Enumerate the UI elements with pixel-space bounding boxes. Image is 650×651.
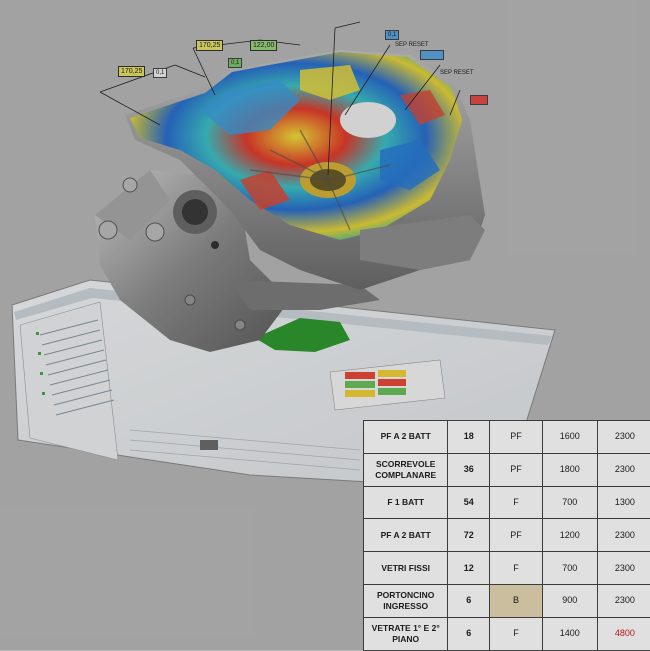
data-table: PF A 2 BATT18PF16002300SCORREVOLE COMPLA…	[363, 420, 650, 651]
table-row: PF A 2 BATT72PF12002300	[364, 519, 650, 552]
tolerance-box-5	[470, 95, 488, 105]
cell-w: 700	[542, 486, 597, 519]
cell-h: 2300	[597, 453, 650, 486]
table-row: F 1 BATT54F7001300	[364, 486, 650, 519]
cell-w: 900	[542, 584, 597, 617]
cell-qty: 54	[448, 486, 490, 519]
table-row: VETRATE 1° E 2° PIANO6F14004800	[364, 617, 650, 650]
cell-w: 700	[542, 552, 597, 585]
cell-code: PF	[490, 421, 542, 454]
dimension-label-2: 170,25	[196, 40, 223, 51]
sep-reset-note-2: SEP RESET	[440, 70, 474, 76]
cell-h: 2300	[597, 584, 650, 617]
tolerance-box-3: 0,1	[385, 30, 399, 40]
table-row: PORTONCINO INGRESSO6B9002300	[364, 584, 650, 617]
cell-h: 1300	[597, 486, 650, 519]
cell-qty: 6	[448, 617, 490, 650]
cell-h: 2300	[597, 519, 650, 552]
cell-w: 1400	[542, 617, 597, 650]
cell-type: PF A 2 BATT	[364, 421, 448, 454]
cell-w: 1600	[542, 421, 597, 454]
cell-h: 2300	[597, 552, 650, 585]
cell-type: SCORREVOLE COMPLANARE	[364, 453, 448, 486]
cell-type: VETRI FISSI	[364, 552, 448, 585]
cell-w: 1800	[542, 453, 597, 486]
table-row: VETRI FISSI12F7002300	[364, 552, 650, 585]
cell-type: PORTONCINO INGRESSO	[364, 584, 448, 617]
cell-code: F	[490, 486, 542, 519]
cell-type: VETRATE 1° E 2° PIANO	[364, 617, 448, 650]
tolerance-box-1: 0,1	[153, 68, 167, 78]
dimension-label-3: 122,00	[250, 40, 277, 51]
tolerance-box-4	[420, 50, 444, 60]
dimension-label-1: 170,25	[118, 66, 145, 77]
table-row: PF A 2 BATT18PF16002300	[364, 421, 650, 454]
cell-code: F	[490, 617, 542, 650]
cell-h: 2300	[597, 421, 650, 454]
cell-code: PF	[490, 453, 542, 486]
table-body: PF A 2 BATT18PF16002300SCORREVOLE COMPLA…	[364, 421, 650, 651]
cell-code: F	[490, 552, 542, 585]
cell-qty: 12	[448, 552, 490, 585]
cell-code: B	[490, 584, 542, 617]
cell-code: PF	[490, 519, 542, 552]
cell-h: 4800	[597, 617, 650, 650]
tolerance-box-2: 0,1	[228, 58, 242, 68]
table-row: SCORREVOLE COMPLANARE36PF18002300	[364, 453, 650, 486]
cell-qty: 18	[448, 421, 490, 454]
cell-type: F 1 BATT	[364, 486, 448, 519]
sep-reset-note-1: SEP RESET	[395, 42, 429, 48]
cell-qty: 36	[448, 453, 490, 486]
cell-w: 1200	[542, 519, 597, 552]
cell-type: PF A 2 BATT	[364, 519, 448, 552]
cell-qty: 6	[448, 584, 490, 617]
cell-qty: 72	[448, 519, 490, 552]
